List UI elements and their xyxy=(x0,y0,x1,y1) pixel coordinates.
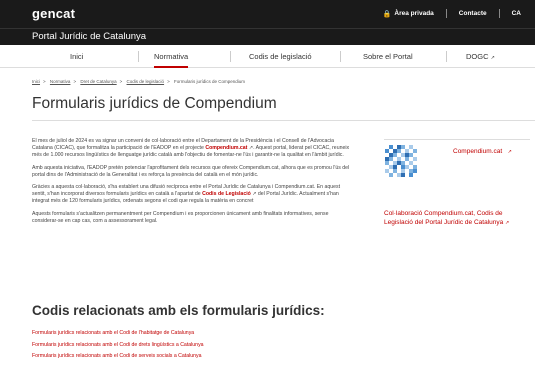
breadcrumb-current: Formularis jurídics de Compendium xyxy=(173,79,245,84)
contacte-link[interactable]: Contacte xyxy=(459,10,487,17)
paragraph: Gràcies a aquesta col·laboració, s'ha es… xyxy=(32,184,341,205)
divider xyxy=(445,9,447,18)
compendium-logo[interactable] xyxy=(385,145,418,178)
nav-item-codis[interactable]: Codis de legislació xyxy=(249,52,312,61)
external-link-icon: ↗ xyxy=(507,149,512,155)
external-link-icon: ↗ xyxy=(505,219,510,226)
codi-link[interactable]: Formularis jurídics relacionats amb el C… xyxy=(32,340,204,352)
breadcrumb-item[interactable]: Inici xyxy=(32,79,40,84)
nav-divider xyxy=(230,51,231,62)
area-privada-link[interactable]: Àrea privada xyxy=(394,10,433,17)
lock-icon: 🔒 xyxy=(382,10,392,18)
gencat-logo[interactable]: gencat xyxy=(32,6,75,21)
nav-divider xyxy=(138,51,139,62)
collaboration-link[interactable]: Col·laboració Compendium.cat, Codis de L… xyxy=(384,210,530,227)
breadcrumb-item[interactable]: Normativa xyxy=(50,79,71,84)
codis-section-title: Codis relacionats amb els formularis jur… xyxy=(32,303,325,318)
external-link-icon: ↗ xyxy=(490,55,495,61)
top-links: 🔒 Àrea privada Contacte CA xyxy=(383,9,521,18)
nav-item-normativa[interactable]: Normativa xyxy=(154,52,189,68)
codi-link[interactable]: Formularis jurídics relacionats amb el C… xyxy=(32,351,204,363)
compendium-sidebar-link[interactable]: Compendium.cat ↗ xyxy=(453,148,512,155)
compendium-link[interactable]: Compendium.cat xyxy=(205,145,247,151)
top-bar: gencat 🔒 Àrea privada Contacte CA xyxy=(0,0,535,28)
paragraph: Amb aquesta iniciativa, l'EADOP pretén p… xyxy=(32,164,350,178)
page-title: Formularis jurídics de Compendium xyxy=(32,95,277,112)
breadcrumb-item[interactable]: Codis de legislació xyxy=(127,79,165,84)
portal-bar: Portal Jurídic de Catalunya xyxy=(0,28,535,45)
nav-divider xyxy=(340,51,341,62)
main-nav: Inici Normativa Codis de legislació Sobr… xyxy=(0,45,535,68)
sidebar-divider xyxy=(384,139,530,140)
codis-legislacio-link[interactable]: Codis de Legislació xyxy=(202,191,251,197)
breadcrumb-item[interactable]: Dret de Catalunya xyxy=(80,79,116,84)
divider xyxy=(498,9,500,18)
nav-item-inici[interactable]: Inici xyxy=(70,52,83,61)
breadcrumb: Inici > Normativa > Dret de Catalunya > Cod… xyxy=(32,79,245,84)
title-divider xyxy=(32,120,535,121)
nav-item-sobre[interactable]: Sobre el Portal xyxy=(363,52,413,61)
nav-divider xyxy=(446,51,447,62)
language-selector[interactable]: CA xyxy=(512,10,521,17)
paragraph: El mes de juliol de 2024 es va signar un… xyxy=(32,138,350,159)
paragraph: Aquests formularis s'actualitzen permane… xyxy=(32,210,329,224)
codis-link-list: Formularis jurídics relacionats amb el C… xyxy=(32,328,204,363)
main-content: El mes de juliol de 2024 es va signar un… xyxy=(32,138,350,230)
portal-title[interactable]: Portal Jurídic de Catalunya xyxy=(32,31,146,42)
codi-link[interactable]: Formularis jurídics relacionats amb el C… xyxy=(32,328,204,340)
nav-item-dogc[interactable]: DOGC ↗ xyxy=(466,52,495,61)
